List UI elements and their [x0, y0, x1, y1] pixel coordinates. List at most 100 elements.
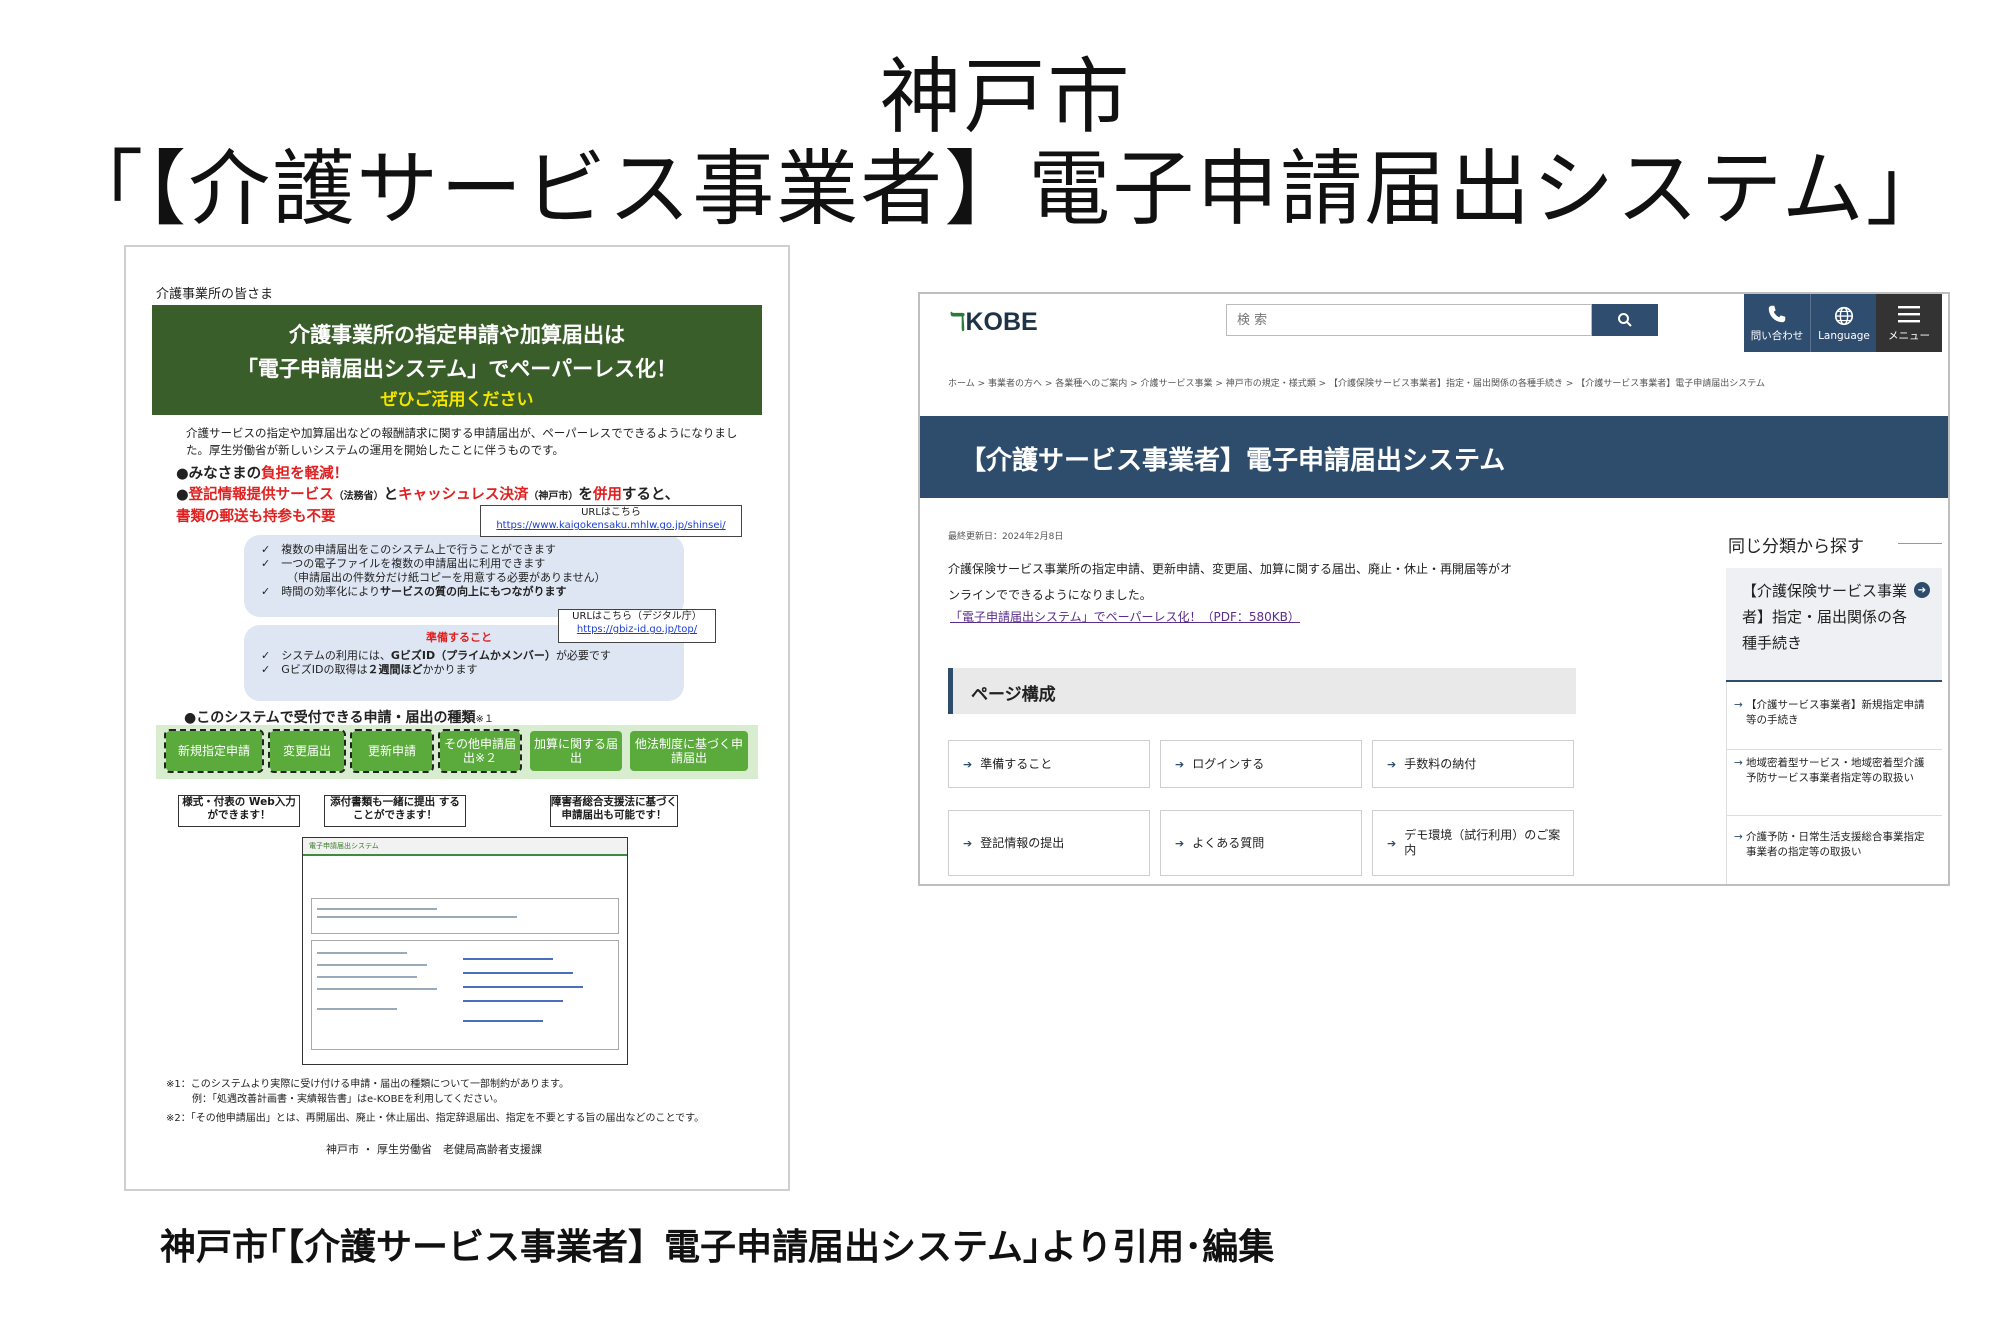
side-heading: 同じ分類から探す — [1728, 537, 1864, 557]
side-category-text[interactable]: 【介護保険サービス事業者】指定・届出関係の各種手続き — [1742, 578, 1912, 656]
type-change: 変更届出 — [268, 729, 346, 773]
bullet2-city: （神戸市） — [528, 491, 579, 502]
bubble1-text: ✓ 複数の申請届出をこのシステム上で行うことができます ✓ 一つの電子ファイルを… — [261, 543, 681, 599]
check4: ✓ システムの利用には、GビズID（プライムかメンバー）が必要です — [261, 649, 681, 663]
mini-line — [317, 964, 427, 966]
arrow-circle-icon: ➔ — [1387, 757, 1397, 771]
banner-line1: 介護事業所の指定申請や加算届出は — [289, 323, 625, 347]
nav-card-preparation[interactable]: ➔ 準備すること — [948, 740, 1150, 788]
bullet2-combine: 併用 — [592, 487, 622, 503]
url1-link[interactable]: https://www.kaigokensaku.mhlw.go.jp/shin… — [481, 519, 741, 532]
mini-screenshot: 電子申請届出システム — [302, 837, 628, 1065]
mini-line — [317, 988, 437, 990]
side-item-label: 地域密着型サービス・地域密着型介護予防サービス事業者指定等の取扱い — [1746, 757, 1925, 784]
search-button[interactable] — [1592, 304, 1658, 336]
check2: ✓ 一つの電子ファイルを複数の申請届出に利用できます — [261, 557, 546, 570]
check5: ✓ GビズIDの取得は２週間ほどかかります — [261, 663, 681, 677]
bullet2-service: 登記情報提供サービス — [188, 487, 334, 503]
callout-attachments: 添付書類も一緒に提出 することができます！ — [324, 795, 466, 827]
types-heading: ●このシステムで受付できる申請・届出の種類※１ — [184, 707, 494, 727]
type-other: その他申請届出※２ — [438, 729, 522, 773]
mini-line — [317, 908, 437, 910]
url2-label: URLはこちら（デジタル庁） — [572, 611, 702, 622]
mini-line — [463, 972, 573, 974]
nav-card-demo[interactable]: ➔ デモ環境（試行利用）のご案内 — [1372, 810, 1574, 876]
nav-card-fee[interactable]: ➔ 手数料の納付 — [1372, 740, 1574, 788]
nav-card-faq[interactable]: ➔ よくある質問 — [1160, 810, 1362, 876]
type-addition: 加算に関する届出 — [530, 731, 622, 771]
bullet2-then: すると、 — [621, 487, 680, 503]
types-heading-note: ※１ — [475, 714, 494, 725]
nav-card-label: 登記情報の提出 — [980, 835, 1065, 850]
callout-disability: 障害者総合支援法に基づく 申請届出も可能です！ — [550, 795, 678, 827]
kobe-logo-text: KOBE — [965, 308, 1038, 336]
url-box-2: URLはこちら（デジタル庁） https://gbiz-id.go.jp/top… — [558, 609, 716, 643]
check4-a: ✓ システムの利用には、 — [261, 649, 391, 662]
nav-card-label: ログインする — [1192, 756, 1265, 771]
pdf-link[interactable]: 「電子申請届出システム」でペーパーレス化！（PDF：580KB） — [950, 608, 1300, 625]
chevron-right-icon: → — [1734, 757, 1743, 769]
arrow-circle-icon: ➔ — [1175, 836, 1185, 850]
mini-line — [317, 976, 417, 978]
bullet2-cashless: キャッシュレス決済 — [398, 487, 529, 503]
section-heading-text: ページ構成 — [971, 685, 1056, 705]
bullet2-ministry: （法務省） — [333, 491, 384, 502]
side-item-community-service[interactable]: → 地域密着型サービス・地域密着型介護予防サービス事業者指定等の取扱い — [1726, 756, 1942, 816]
bullet2-no-mail: 書類の郵送も持参も不要 — [176, 509, 336, 525]
breadcrumb[interactable]: ホーム > 事業者の方へ > 各業種へのご案内 > 介護サービス事業 > 神戸市… — [948, 376, 1765, 389]
nav-card-login[interactable]: ➔ ログインする — [1160, 740, 1362, 788]
kobe-logo-mark-icon: ℸ — [950, 309, 966, 336]
mini-line — [463, 986, 583, 988]
nav-card-registry[interactable]: ➔ 登記情報の提出 — [948, 810, 1150, 876]
note1: ※1：このシステムより実際に受け付ける申請・届出の種類について一部制約があります… — [166, 1079, 569, 1090]
mini-line — [463, 958, 553, 960]
menu-button[interactable]: メニュー — [1876, 294, 1942, 352]
mini-title: 電子申請届出システム — [309, 842, 379, 850]
phone-icon — [1768, 305, 1786, 323]
arrow-circle-icon: ➔ — [963, 757, 973, 771]
url2-link[interactable]: https://gbiz-id.go.jp/top/ — [559, 623, 715, 636]
contact-button[interactable]: 問い合わせ — [1744, 294, 1810, 352]
check2-sub: （申請届出の件数分だけ紙コピーを用意する必要がありません） — [287, 571, 606, 584]
flyer-banner: 介護事業所の指定申請や加算届出は 「電子申請届出システム」でペーパーレス化！ ぜ… — [152, 305, 762, 415]
bullet1-highlight: 負担を軽減！ — [261, 466, 349, 482]
globe-icon — [1834, 306, 1854, 325]
bullet1-text: ●みなさまの — [176, 466, 262, 482]
side-item-new-application[interactable]: → 【介護サービス事業者】新規指定申請等の手続き — [1726, 698, 1942, 750]
banner-line2: 「電子申請届出システム」でペーパーレス化！ — [236, 357, 678, 381]
type-renewal: 更新申請 — [350, 729, 434, 773]
check4-b: GビズID（プライムかメンバー） — [390, 649, 556, 662]
check5-b: ２週間ほど — [367, 663, 423, 676]
menu-icon — [1898, 306, 1920, 323]
arrow-circle-icon: ➔ — [963, 836, 973, 850]
check5-a: ✓ GビズIDの取得は — [261, 663, 368, 676]
side-rule — [1898, 543, 1942, 544]
check3: ✓ 時間の効率化によりサービスの質の向上にもつながります — [261, 585, 681, 599]
check5-c: かかります — [422, 663, 478, 676]
mini-line — [317, 952, 407, 954]
prep-label: 準備すること — [426, 631, 492, 644]
mini-line — [317, 1008, 397, 1010]
arrow-circle-icon: ➔ — [1914, 582, 1930, 598]
language-label: Language — [1818, 329, 1870, 342]
kobe-logo[interactable]: ℸKOBE — [950, 308, 1038, 337]
type-new-application: 新規指定申請 — [164, 729, 264, 773]
mini-line — [463, 1020, 543, 1022]
arrow-circle-icon: ➔ — [1175, 757, 1185, 771]
search-icon — [1618, 313, 1632, 327]
note1b: 例：「処遇改善計画書・実績報告書」はe-KOBEを利用してください。 — [192, 1094, 504, 1105]
kobe-webpage: ℸKOBE 問い合わせ Language メニュー ホーム > 事業者の方へ >… — [918, 292, 1950, 886]
mini-box-main — [311, 940, 619, 1050]
flyer-image: 介護事業所の皆さま 介護事業所の指定申請や加算届出は 「電子申請届出システム」で… — [124, 245, 790, 1191]
language-button[interactable]: Language — [1810, 294, 1877, 352]
chevron-right-icon: → — [1734, 831, 1743, 843]
side-item-prevention[interactable]: → 介護予防・日常生活支援総合事業指定事業者の指定等の取扱い — [1726, 830, 1942, 880]
flyer-footer: 神戸市 ・ 厚生労働省 老健局高齢者支援課 — [326, 1143, 542, 1156]
menu-label: メニュー — [1888, 330, 1930, 342]
callout-web-input: 様式・付表の Web入力ができます！ — [178, 795, 300, 827]
last-updated: 最終更新日：2024年2月8日 — [948, 532, 1064, 542]
search-input[interactable] — [1226, 304, 1592, 336]
flyer-bullet-burden: ●みなさまの負担を軽減！ — [176, 462, 348, 483]
arrow-circle-icon: ➔ — [1387, 836, 1397, 850]
types-heading-text: ●このシステムで受付できる申請・届出の種類 — [184, 710, 476, 726]
